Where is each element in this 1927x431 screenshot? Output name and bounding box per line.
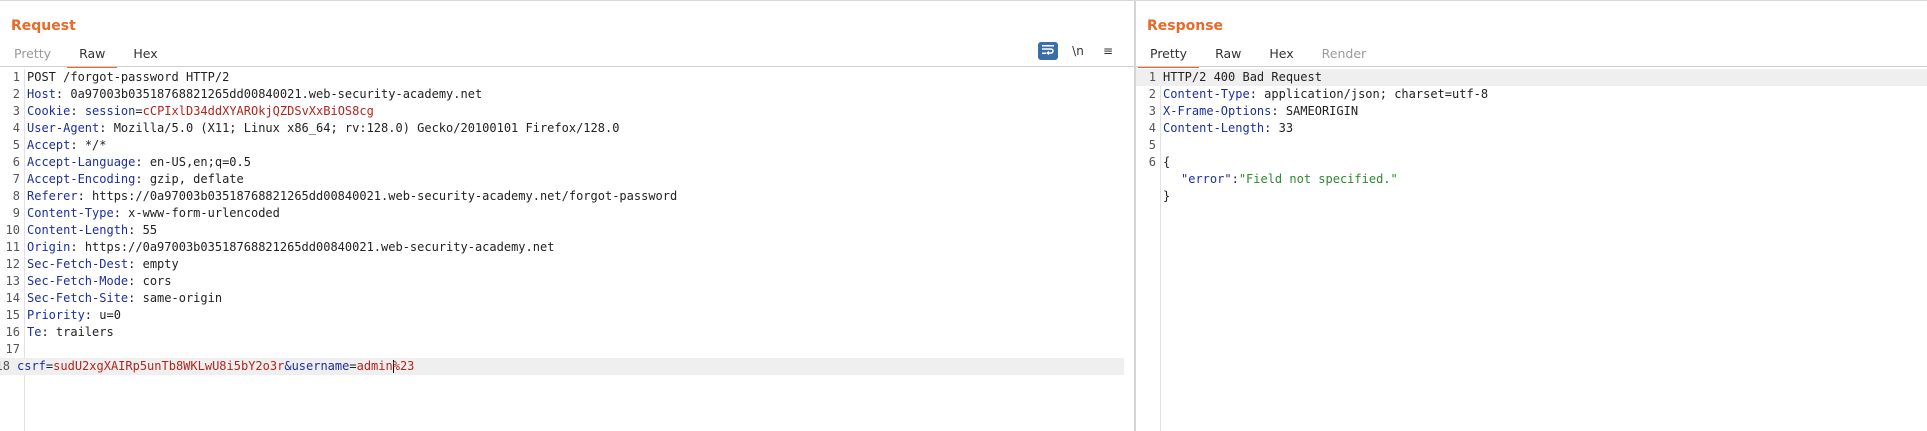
request-line: 1 POST /forgot-password HTTP/2 [12, 70, 230, 84]
response-json-close: } [1136, 188, 1927, 205]
request-tabs: Pretty Raw Hex [0, 44, 172, 68]
header-value: empty [142, 257, 179, 271]
header-value: SAMEORIGIN [1285, 104, 1359, 118]
response-tab-raw[interactable]: Raw [1201, 44, 1255, 66]
header-value: https://0a97003b03518768821265dd00840021… [92, 189, 678, 203]
response-tab-pretty[interactable]: Pretty [1136, 44, 1201, 68]
word-wrap-toggle[interactable] [1038, 42, 1058, 60]
param-value-username: admin [356, 359, 393, 373]
request-line: 7 Accept-Encoding: gzip, deflate [12, 172, 244, 186]
json-close-brace: } [1163, 189, 1171, 203]
request-line: 15 Priority: u=0 [5, 308, 121, 322]
request-body-line: 18csrf=sudU2xgXAIRp5unTb8WKLwU8i5bY2o3r&… [0, 358, 1124, 375]
response-pane: Response Pretty Raw Hex Render 1 HTTP/2 4… [1136, 1, 1927, 431]
request-line: 2 Host: 0a97003b03518768821265dd00840021.… [12, 87, 483, 101]
request-line: 16 Te: trailers [5, 325, 114, 339]
response-line: 3 X-Frame-Options: SAMEORIGIN [1148, 104, 1359, 118]
response-line: 5 [1148, 138, 1156, 152]
request-tab-hex[interactable]: Hex [119, 44, 171, 66]
request-line: 17 [5, 342, 20, 356]
header-value: trailers [55, 325, 114, 339]
header-value: */* [84, 138, 107, 152]
response-line: 4 Content-Length: 33 [1148, 121, 1294, 135]
editor-menu-button[interactable]: ≡ [1098, 42, 1118, 60]
header-value: cors [142, 274, 172, 288]
header-value: 55 [142, 223, 158, 237]
param-name-csrf: csrf [17, 359, 46, 373]
header-value: application/json; charset=utf-8 [1264, 87, 1489, 101]
request-line: 14 Sec-Fetch-Site: same-origin [5, 291, 223, 305]
response-title: Response [1147, 18, 1224, 34]
header-value: en-US,en;q=0.5 [149, 155, 251, 169]
param-value-username-suffix: %23 [392, 359, 415, 373]
request-tab-pretty[interactable]: Pretty [0, 44, 65, 66]
request-pane: Request Pretty Raw Hex \n ≡ 1 POST /forgo… [0, 1, 1134, 431]
header-value: 33 [1278, 121, 1294, 135]
header-name: Content-Length [27, 223, 129, 237]
header-name: Host [27, 87, 56, 101]
header-value: x-www-form-urlencoded [128, 206, 280, 220]
header-name: X-Frame-Options [1163, 104, 1272, 118]
header-name: Accept-Encoding [27, 172, 136, 186]
json-open-brace: { [1163, 155, 1171, 169]
header-name: Content-Type [1163, 87, 1250, 101]
request-line: 12 Sec-Fetch-Dest: empty [5, 257, 179, 271]
response-tab-render[interactable]: Render [1308, 44, 1381, 66]
response-line: 6{ [1148, 155, 1171, 169]
header-name: Accept-Language [27, 155, 136, 169]
request-toolbar: \n ≡ [1038, 42, 1118, 60]
response-line: 2 Content-Type: application/json; charset… [1148, 87, 1489, 101]
cookie-name: session [84, 104, 136, 118]
request-line: 13 Sec-Fetch-Mode: cors [5, 274, 172, 288]
request-line: 9 Content-Type: x-www-form-urlencoded [12, 206, 280, 220]
request-editor[interactable]: 1 POST /forgot-password HTTP/2 2 Host: 0a9… [0, 69, 1134, 431]
header-value: Mozilla/5.0 (X11; Linux x86_64; rv:128.0… [113, 121, 620, 135]
cookie-value: cCPIxlD34ddXYAROkjQZDSvXxBiOS8cg [142, 104, 374, 118]
request-line: 5 Accept: */* [12, 138, 107, 152]
request-line: 4 User-Agent: Mozilla/5.0 (X11; Linux x86… [12, 121, 620, 135]
header-name: Cookie [27, 104, 71, 118]
response-tab-hex[interactable]: Hex [1255, 44, 1307, 66]
request-line: 3 Cookie: session=cCPIxlD34ddXYAROkjQZDSv… [12, 104, 374, 118]
header-value: u=0 [99, 308, 121, 322]
response-line: 1 HTTP/2 400 Bad Request [1136, 69, 1927, 86]
response-json-line: "error":"Field not specified." [1181, 172, 1398, 186]
header-name: Content-Type [27, 206, 114, 220]
header-name: Accept [27, 138, 71, 152]
param-name-username: username [291, 359, 350, 373]
header-value: 0a97003b03518768821265dd00840021.web-sec… [70, 87, 483, 101]
header-value: gzip, deflate [149, 172, 244, 186]
json-value: "Field not specified." [1238, 172, 1398, 186]
request-lines: 1 POST /forgot-password HTTP/2 2 Host: 0a9… [0, 69, 1134, 375]
json-key: "error" [1181, 172, 1232, 186]
header-name: Referer [27, 189, 78, 203]
header-name: Sec-Fetch-Mode [27, 274, 129, 288]
header-value: same-origin [142, 291, 223, 305]
response-editor[interactable]: 1 HTTP/2 400 Bad Request 2 Content-Type: a… [1136, 69, 1927, 431]
response-tabs: Pretty Raw Hex Render [1136, 44, 1381, 68]
request-line: 6 Accept-Language: en-US,en;q=0.5 [12, 155, 251, 169]
status-line: HTTP/2 400 Bad Request [1163, 70, 1322, 84]
header-name: Priority [27, 308, 85, 322]
header-name: Sec-Fetch-Dest [27, 257, 129, 271]
header-name: Sec-Fetch-Site [27, 291, 129, 305]
header-name: Content-Length [1163, 121, 1265, 135]
request-tab-raw[interactable]: Raw [65, 44, 119, 68]
header-name: User-Agent [27, 121, 100, 135]
request-line: 10 Content-Length: 55 [5, 223, 158, 237]
request-tab-rule [0, 66, 1134, 67]
request-line: 11 Origin: https://0a97003b03518768821265… [5, 240, 555, 254]
request-line: 8 Referer: https://0a97003b03518768821265… [12, 189, 678, 203]
hamburger-menu-icon: ≡ [1102, 44, 1114, 58]
header-name: Te [27, 325, 42, 339]
param-value-csrf: sudU2xgXAIRp5unTb8WKLwU8i5bY2o3r [53, 359, 285, 373]
param-separator: & [284, 359, 292, 373]
header-name: Origin [27, 240, 71, 254]
word-wrap-icon [1042, 44, 1054, 58]
show-newlines-button[interactable]: \n [1068, 42, 1088, 60]
response-lines: 1 HTTP/2 400 Bad Request 2 Content-Type: a… [1136, 69, 1927, 205]
request-title: Request [11, 18, 76, 34]
header-value: https://0a97003b03518768821265dd00840021… [84, 240, 555, 254]
response-tab-rule [1136, 66, 1927, 67]
